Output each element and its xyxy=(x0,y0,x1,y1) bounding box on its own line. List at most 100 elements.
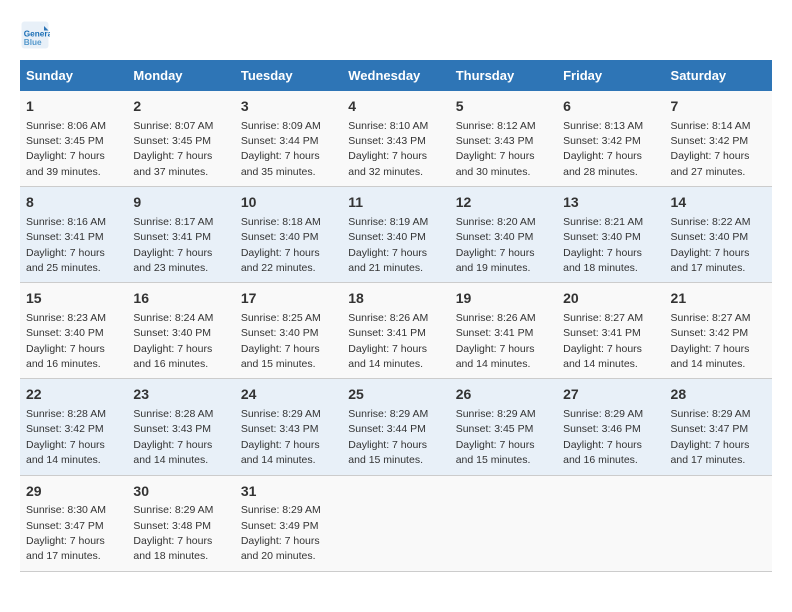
day-number: 25 xyxy=(348,385,443,405)
day-number: 24 xyxy=(241,385,336,405)
day-number: 12 xyxy=(456,193,551,213)
day-info: Sunrise: 8:26 AMSunset: 3:41 PMDaylight:… xyxy=(456,312,536,370)
day-info: Sunrise: 8:23 AMSunset: 3:40 PMDaylight:… xyxy=(26,312,106,370)
calendar-cell: 25 Sunrise: 8:29 AMSunset: 3:44 PMDaylig… xyxy=(342,379,449,475)
calendar-cell: 31 Sunrise: 8:29 AMSunset: 3:49 PMDaylig… xyxy=(235,475,342,571)
calendar-cell: 27 Sunrise: 8:29 AMSunset: 3:46 PMDaylig… xyxy=(557,379,664,475)
calendar-cell: 23 Sunrise: 8:28 AMSunset: 3:43 PMDaylig… xyxy=(127,379,234,475)
day-info: Sunrise: 8:27 AMSunset: 3:42 PMDaylight:… xyxy=(671,312,751,370)
calendar-cell: 3 Sunrise: 8:09 AMSunset: 3:44 PMDayligh… xyxy=(235,91,342,187)
calendar-cell: 22 Sunrise: 8:28 AMSunset: 3:42 PMDaylig… xyxy=(20,379,127,475)
col-header-tuesday: Tuesday xyxy=(235,60,342,91)
day-info: Sunrise: 8:18 AMSunset: 3:40 PMDaylight:… xyxy=(241,216,321,274)
calendar-cell: 1 Sunrise: 8:06 AMSunset: 3:45 PMDayligh… xyxy=(20,91,127,187)
calendar-cell: 16 Sunrise: 8:24 AMSunset: 3:40 PMDaylig… xyxy=(127,283,234,379)
calendar-week-row: 15 Sunrise: 8:23 AMSunset: 3:40 PMDaylig… xyxy=(20,283,772,379)
day-number: 8 xyxy=(26,193,121,213)
calendar-cell: 14 Sunrise: 8:22 AMSunset: 3:40 PMDaylig… xyxy=(665,187,772,283)
day-info: Sunrise: 8:19 AMSunset: 3:40 PMDaylight:… xyxy=(348,216,428,274)
day-info: Sunrise: 8:25 AMSunset: 3:40 PMDaylight:… xyxy=(241,312,321,370)
day-number: 27 xyxy=(563,385,658,405)
day-number: 3 xyxy=(241,97,336,117)
calendar-cell: 20 Sunrise: 8:27 AMSunset: 3:41 PMDaylig… xyxy=(557,283,664,379)
day-info: Sunrise: 8:14 AMSunset: 3:42 PMDaylight:… xyxy=(671,120,751,178)
day-number: 29 xyxy=(26,482,121,502)
day-info: Sunrise: 8:29 AMSunset: 3:47 PMDaylight:… xyxy=(671,408,751,466)
day-info: Sunrise: 8:20 AMSunset: 3:40 PMDaylight:… xyxy=(456,216,536,274)
calendar-cell: 24 Sunrise: 8:29 AMSunset: 3:43 PMDaylig… xyxy=(235,379,342,475)
calendar-cell xyxy=(450,475,557,571)
day-info: Sunrise: 8:29 AMSunset: 3:43 PMDaylight:… xyxy=(241,408,321,466)
day-info: Sunrise: 8:21 AMSunset: 3:40 PMDaylight:… xyxy=(563,216,643,274)
day-number: 15 xyxy=(26,289,121,309)
col-header-friday: Friday xyxy=(557,60,664,91)
day-number: 21 xyxy=(671,289,766,309)
day-number: 10 xyxy=(241,193,336,213)
calendar-cell: 2 Sunrise: 8:07 AMSunset: 3:45 PMDayligh… xyxy=(127,91,234,187)
header: General Blue xyxy=(20,20,772,50)
calendar-cell: 15 Sunrise: 8:23 AMSunset: 3:40 PMDaylig… xyxy=(20,283,127,379)
calendar-cell: 19 Sunrise: 8:26 AMSunset: 3:41 PMDaylig… xyxy=(450,283,557,379)
calendar-cell: 12 Sunrise: 8:20 AMSunset: 3:40 PMDaylig… xyxy=(450,187,557,283)
calendar-cell: 30 Sunrise: 8:29 AMSunset: 3:48 PMDaylig… xyxy=(127,475,234,571)
calendar-cell: 28 Sunrise: 8:29 AMSunset: 3:47 PMDaylig… xyxy=(665,379,772,475)
day-number: 19 xyxy=(456,289,551,309)
calendar-cell: 6 Sunrise: 8:13 AMSunset: 3:42 PMDayligh… xyxy=(557,91,664,187)
calendar-cell xyxy=(557,475,664,571)
calendar-cell xyxy=(665,475,772,571)
day-number: 4 xyxy=(348,97,443,117)
calendar-cell: 26 Sunrise: 8:29 AMSunset: 3:45 PMDaylig… xyxy=(450,379,557,475)
day-number: 16 xyxy=(133,289,228,309)
calendar-cell: 8 Sunrise: 8:16 AMSunset: 3:41 PMDayligh… xyxy=(20,187,127,283)
calendar-cell: 18 Sunrise: 8:26 AMSunset: 3:41 PMDaylig… xyxy=(342,283,449,379)
day-info: Sunrise: 8:29 AMSunset: 3:45 PMDaylight:… xyxy=(456,408,536,466)
day-info: Sunrise: 8:28 AMSunset: 3:42 PMDaylight:… xyxy=(26,408,106,466)
day-info: Sunrise: 8:09 AMSunset: 3:44 PMDaylight:… xyxy=(241,120,321,178)
day-info: Sunrise: 8:10 AMSunset: 3:43 PMDaylight:… xyxy=(348,120,428,178)
day-number: 2 xyxy=(133,97,228,117)
day-number: 26 xyxy=(456,385,551,405)
col-header-sunday: Sunday xyxy=(20,60,127,91)
day-number: 31 xyxy=(241,482,336,502)
calendar-cell: 10 Sunrise: 8:18 AMSunset: 3:40 PMDaylig… xyxy=(235,187,342,283)
day-info: Sunrise: 8:29 AMSunset: 3:49 PMDaylight:… xyxy=(241,504,321,562)
day-info: Sunrise: 8:26 AMSunset: 3:41 PMDaylight:… xyxy=(348,312,428,370)
calendar-cell xyxy=(342,475,449,571)
day-info: Sunrise: 8:12 AMSunset: 3:43 PMDaylight:… xyxy=(456,120,536,178)
day-info: Sunrise: 8:29 AMSunset: 3:48 PMDaylight:… xyxy=(133,504,213,562)
day-number: 1 xyxy=(26,97,121,117)
day-number: 22 xyxy=(26,385,121,405)
day-info: Sunrise: 8:07 AMSunset: 3:45 PMDaylight:… xyxy=(133,120,213,178)
day-number: 28 xyxy=(671,385,766,405)
day-number: 7 xyxy=(671,97,766,117)
col-header-monday: Monday xyxy=(127,60,234,91)
day-number: 14 xyxy=(671,193,766,213)
col-header-saturday: Saturday xyxy=(665,60,772,91)
day-number: 17 xyxy=(241,289,336,309)
day-info: Sunrise: 8:28 AMSunset: 3:43 PMDaylight:… xyxy=(133,408,213,466)
calendar-cell: 11 Sunrise: 8:19 AMSunset: 3:40 PMDaylig… xyxy=(342,187,449,283)
day-number: 20 xyxy=(563,289,658,309)
day-info: Sunrise: 8:16 AMSunset: 3:41 PMDaylight:… xyxy=(26,216,106,274)
calendar-week-row: 22 Sunrise: 8:28 AMSunset: 3:42 PMDaylig… xyxy=(20,379,772,475)
day-info: Sunrise: 8:29 AMSunset: 3:44 PMDaylight:… xyxy=(348,408,428,466)
col-header-thursday: Thursday xyxy=(450,60,557,91)
day-number: 11 xyxy=(348,193,443,213)
calendar-table: SundayMondayTuesdayWednesdayThursdayFrid… xyxy=(20,60,772,572)
day-info: Sunrise: 8:27 AMSunset: 3:41 PMDaylight:… xyxy=(563,312,643,370)
col-header-wednesday: Wednesday xyxy=(342,60,449,91)
calendar-header-row: SundayMondayTuesdayWednesdayThursdayFrid… xyxy=(20,60,772,91)
calendar-week-row: 8 Sunrise: 8:16 AMSunset: 3:41 PMDayligh… xyxy=(20,187,772,283)
day-info: Sunrise: 8:22 AMSunset: 3:40 PMDaylight:… xyxy=(671,216,751,274)
calendar-cell: 13 Sunrise: 8:21 AMSunset: 3:40 PMDaylig… xyxy=(557,187,664,283)
calendar-week-row: 29 Sunrise: 8:30 AMSunset: 3:47 PMDaylig… xyxy=(20,475,772,571)
day-info: Sunrise: 8:13 AMSunset: 3:42 PMDaylight:… xyxy=(563,120,643,178)
calendar-cell: 9 Sunrise: 8:17 AMSunset: 3:41 PMDayligh… xyxy=(127,187,234,283)
calendar-cell: 21 Sunrise: 8:27 AMSunset: 3:42 PMDaylig… xyxy=(665,283,772,379)
day-info: Sunrise: 8:17 AMSunset: 3:41 PMDaylight:… xyxy=(133,216,213,274)
calendar-cell: 7 Sunrise: 8:14 AMSunset: 3:42 PMDayligh… xyxy=(665,91,772,187)
logo: General Blue xyxy=(20,20,54,50)
day-info: Sunrise: 8:30 AMSunset: 3:47 PMDaylight:… xyxy=(26,504,106,562)
calendar-cell: 5 Sunrise: 8:12 AMSunset: 3:43 PMDayligh… xyxy=(450,91,557,187)
day-info: Sunrise: 8:06 AMSunset: 3:45 PMDaylight:… xyxy=(26,120,106,178)
